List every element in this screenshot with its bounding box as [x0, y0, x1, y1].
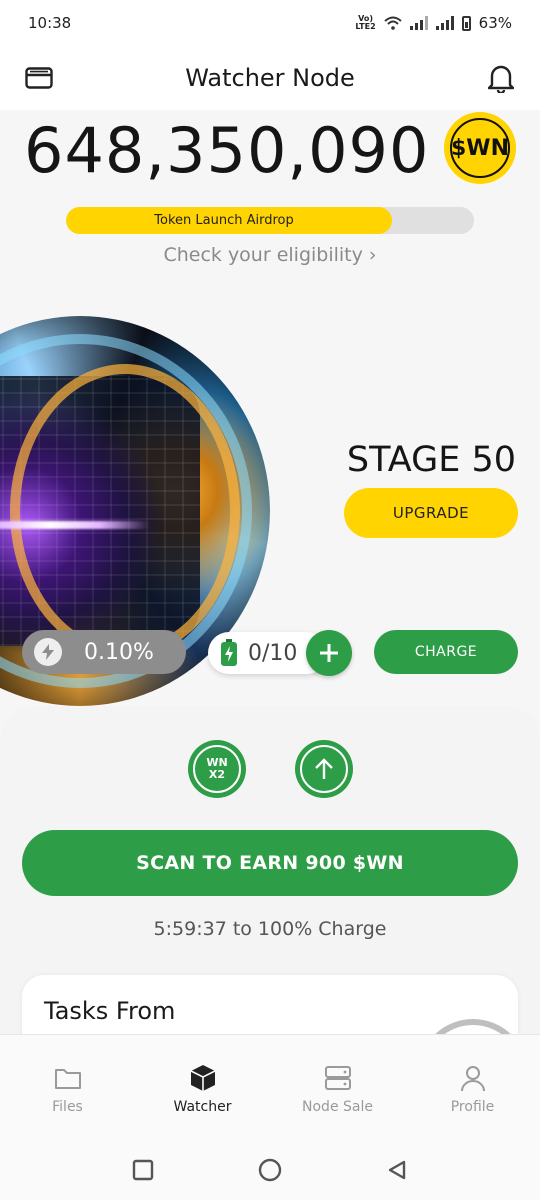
- nav-item-profile[interactable]: Profile: [405, 1035, 540, 1140]
- charge-timer: 5:59:37 to 100% Charge: [153, 918, 387, 940]
- signal-icon-2: [435, 16, 454, 30]
- wnx2-line2: X2: [208, 768, 226, 781]
- plus-icon: [320, 644, 338, 662]
- status-bar: 10:38 Vo) LTE2 63%: [0, 0, 540, 46]
- stage-label: STAGE 50: [346, 440, 516, 480]
- wn-x2-boost-button[interactable]: WN X2: [188, 740, 246, 798]
- cube-icon: [188, 1063, 218, 1093]
- scan-to-earn-button[interactable]: SCAN TO EARN 900 $WN: [22, 830, 518, 896]
- airdrop-progress-label: Token Launch Airdrop: [154, 213, 294, 228]
- user-icon: [458, 1063, 488, 1093]
- battery-count-value: 0/10: [248, 640, 298, 666]
- notifications-button[interactable]: [486, 62, 516, 94]
- token-balance: 648,350,090: [24, 114, 430, 187]
- wifi-icon: [383, 16, 402, 30]
- bell-icon: [488, 65, 514, 93]
- nav-label-files: Files: [52, 1099, 83, 1115]
- boost-rate-pill: 0.10%: [22, 630, 186, 674]
- charge-button[interactable]: CHARGE: [374, 630, 518, 674]
- nav-label-profile: Profile: [450, 1099, 495, 1115]
- airdrop-progress-bar: Token Launch Airdrop: [66, 207, 474, 234]
- boost-rate-value: 0.10%: [84, 639, 154, 665]
- battery-percent: 63%: [478, 14, 512, 32]
- upgrade-button[interactable]: UPGRADE: [344, 488, 518, 538]
- signal-icon-1: [409, 16, 428, 30]
- lightning-icon: [34, 638, 62, 666]
- folder-icon: [53, 1063, 83, 1093]
- nav-label-watcher: Watcher: [173, 1099, 232, 1115]
- bottom-navigation: Files Watcher Node Sale Profile: [0, 1034, 540, 1140]
- token-badge: $WN: [444, 112, 516, 184]
- nav-item-node-sale[interactable]: Node Sale: [270, 1035, 405, 1140]
- level-up-button[interactable]: [295, 740, 353, 798]
- add-battery-button[interactable]: [306, 630, 352, 676]
- tasks-title: Tasks From: [44, 997, 176, 1025]
- volte-icon: Vo) LTE2: [355, 14, 376, 31]
- battery-charge-icon: [221, 639, 237, 666]
- battery-icon: [461, 15, 471, 31]
- server-icon: [323, 1063, 353, 1093]
- token-badge-label: $WN: [451, 135, 509, 161]
- arrow-up-icon: [315, 758, 333, 779]
- wallet-icon: [25, 67, 53, 89]
- wallet-button[interactable]: [24, 64, 54, 92]
- nav-item-watcher[interactable]: Watcher: [135, 1035, 270, 1140]
- status-time: 10:38: [28, 14, 72, 32]
- nav-item-files[interactable]: Files: [0, 1035, 135, 1140]
- system-navigation-bar: [0, 1140, 540, 1200]
- nav-label-node-sale: Node Sale: [302, 1099, 373, 1115]
- back-icon[interactable]: [386, 1159, 408, 1181]
- home-icon[interactable]: [258, 1158, 282, 1182]
- recents-icon[interactable]: [132, 1159, 154, 1181]
- app-header: Watcher Node: [0, 46, 540, 110]
- check-eligibility-link[interactable]: Check your eligibility ›: [0, 244, 540, 266]
- page-title: Watcher Node: [185, 64, 355, 92]
- status-icons: Vo) LTE2 63%: [355, 14, 512, 32]
